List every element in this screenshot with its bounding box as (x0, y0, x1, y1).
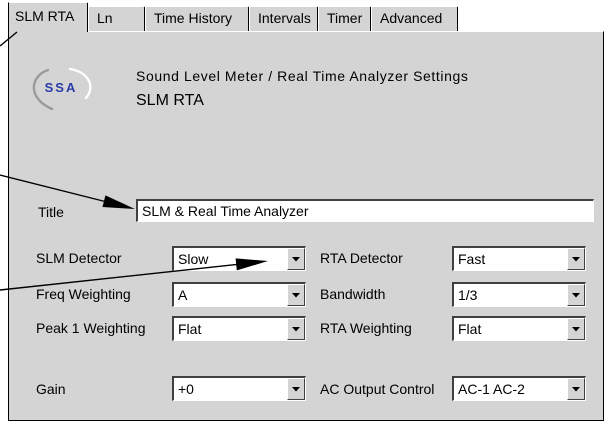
chevron-down-icon-shape (572, 256, 580, 261)
slm-detector-select[interactable]: Slow (172, 246, 306, 271)
slm-detector-value: Slow (178, 251, 209, 267)
ac-output-control-select[interactable]: AC-1 AC-2 (452, 376, 586, 401)
rta-weighting-dropdown-button[interactable] (567, 318, 585, 340)
peak-weighting-value: Flat (178, 321, 202, 337)
tab-intervals[interactable]: Intervals (249, 6, 318, 31)
tab-label: Timer (327, 10, 363, 26)
chevron-down-icon (572, 292, 580, 297)
chevron-down-icon (572, 256, 580, 261)
slm-detector-dropdown-button[interactable] (287, 248, 305, 270)
gain-dropdown-button[interactable] (287, 378, 305, 400)
tab-ln[interactable]: Ln (88, 6, 145, 31)
tab-time-history[interactable]: Time History (145, 6, 249, 31)
tab-label: Advanced (380, 10, 443, 26)
freq-weighting-value: A (178, 287, 188, 303)
chevron-down-icon-shape (572, 386, 580, 391)
logo-text: SSA (45, 80, 78, 95)
bandwidth-label: Bandwidth (320, 286, 386, 302)
rta-detector-label: RTA Detector (320, 250, 403, 266)
bandwidth-dropdown-button[interactable] (567, 284, 585, 306)
slm-detector-label: SLM Detector (36, 250, 122, 266)
gain-label: Gain (36, 381, 66, 397)
page-subtitle: SLM RTA (136, 92, 204, 109)
rta-weighting-value: Flat (458, 321, 482, 337)
gain-value: +0 (178, 381, 194, 397)
freq-weighting-dropdown-button[interactable] (287, 284, 305, 306)
chevron-down-icon (292, 292, 300, 297)
chevron-down-icon (572, 326, 580, 331)
rta-detector-select[interactable]: Fast (452, 246, 586, 271)
title-label: Title (38, 204, 64, 220)
ac-output-control-dropdown-button[interactable] (567, 378, 585, 400)
chevron-down-icon (292, 326, 300, 331)
bandwidth-value: 1/3 (458, 287, 478, 303)
rta-weighting-label: RTA Weighting (320, 320, 412, 336)
chevron-down-icon-shape (292, 256, 300, 261)
chevron-down-icon (292, 386, 300, 391)
bandwidth-select[interactable]: 1/3 (452, 282, 586, 307)
chevron-down-icon-shape (292, 292, 300, 297)
tab-label: Intervals (258, 10, 311, 26)
tab-label: Ln (97, 10, 113, 26)
freq-weighting-select[interactable]: A (172, 282, 306, 307)
title-input[interactable] (136, 199, 594, 222)
chevron-down-icon (572, 386, 580, 391)
peak-weighting-dropdown-button[interactable] (287, 318, 305, 340)
settings-dialog: SLM RTA Ln Time History Intervals Timer … (0, 0, 606, 423)
peak-weighting-select[interactable]: Flat (172, 316, 306, 341)
tab-timer[interactable]: Timer (318, 6, 371, 31)
tab-advanced[interactable]: Advanced (371, 6, 458, 31)
ac-output-control-value: AC-1 AC-2 (458, 381, 525, 397)
peak-weighting-label: Peak 1 Weighting (36, 320, 146, 336)
tab-label: Time History (154, 10, 233, 26)
chevron-down-icon-shape (292, 326, 300, 331)
gain-select[interactable]: +0 (172, 376, 306, 401)
tab-slm-rta[interactable]: SLM RTA (8, 2, 88, 32)
chevron-down-icon-shape (572, 292, 580, 297)
settings-panel: SSA Sound Level Meter / Real Time Analyz… (8, 31, 604, 421)
rta-detector-dropdown-button[interactable] (567, 248, 585, 270)
ac-output-control-label: AC Output Control (320, 381, 435, 397)
rta-detector-value: Fast (458, 251, 486, 267)
freq-weighting-label: Freq Weighting (36, 286, 131, 302)
rta-weighting-select[interactable]: Flat (452, 316, 586, 341)
tab-label: SLM RTA (15, 8, 75, 24)
chevron-down-icon-shape (292, 386, 300, 391)
chevron-down-icon-shape (572, 326, 580, 331)
page-title: Sound Level Meter / Real Time Analyzer S… (136, 68, 469, 84)
ssa-logo: SSA (32, 67, 92, 111)
chevron-down-icon (292, 256, 300, 261)
